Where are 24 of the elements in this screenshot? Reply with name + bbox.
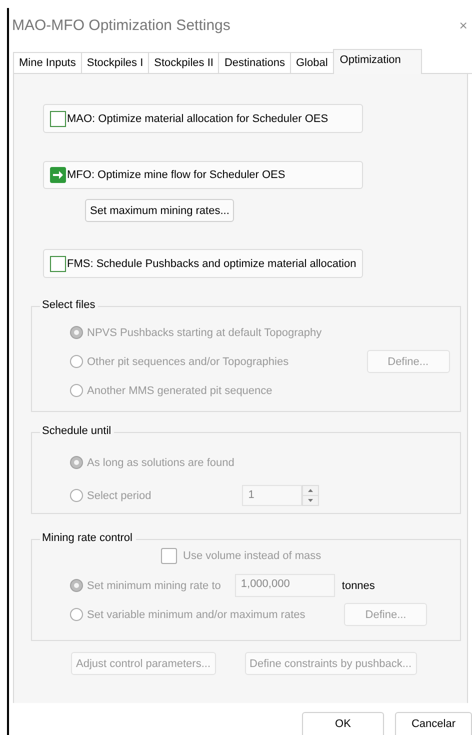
checkbox[interactable]	[50, 110, 66, 126]
option-button[interactable]: FMS: Schedule Pushbacks and optimize material allocation	[43, 249, 364, 278]
close-button[interactable]: ×	[454, 18, 472, 32]
set-rates-button[interactable]: Set maximum mining rates...	[85, 199, 234, 222]
checkbox[interactable]	[50, 256, 66, 272]
radio-label: As long as solutions are found	[87, 456, 234, 468]
radio-label: Set variable minimum and/or maximum rates	[87, 608, 306, 620]
option-button[interactable]: MAO: Optimize material allocation for Scheduler OES	[43, 104, 363, 133]
group-title: Select files	[40, 299, 98, 311]
radio-label: NPVS Pushbacks starting at default Topography	[87, 326, 322, 338]
radio-label: Set minimum mining rate to	[87, 580, 221, 592]
unit-label: tonnes	[342, 580, 375, 592]
radio-label: Other pit sequences and/or Topographies	[87, 356, 289, 368]
tab[interactable]: Mine Inputs	[13, 52, 82, 73]
checkbox-label: Use volume instead of mass	[183, 550, 322, 562]
window-title: MAO-MFO Optimization Settings	[12, 16, 230, 34]
option-button[interactable]: MFO: Optimize mine flow for Scheduler OES	[43, 161, 363, 189]
group-title: Mining rate control	[40, 532, 136, 544]
radio-label: Another MMS generated pit sequence	[87, 384, 272, 396]
dialog-button[interactable]: OK	[302, 712, 384, 735]
group-title: Schedule until	[40, 425, 114, 437]
tab[interactable]: Optimization	[332, 49, 422, 74]
radio-label: Select period	[87, 490, 152, 502]
dialog-button[interactable]: Cancelar	[395, 712, 472, 735]
